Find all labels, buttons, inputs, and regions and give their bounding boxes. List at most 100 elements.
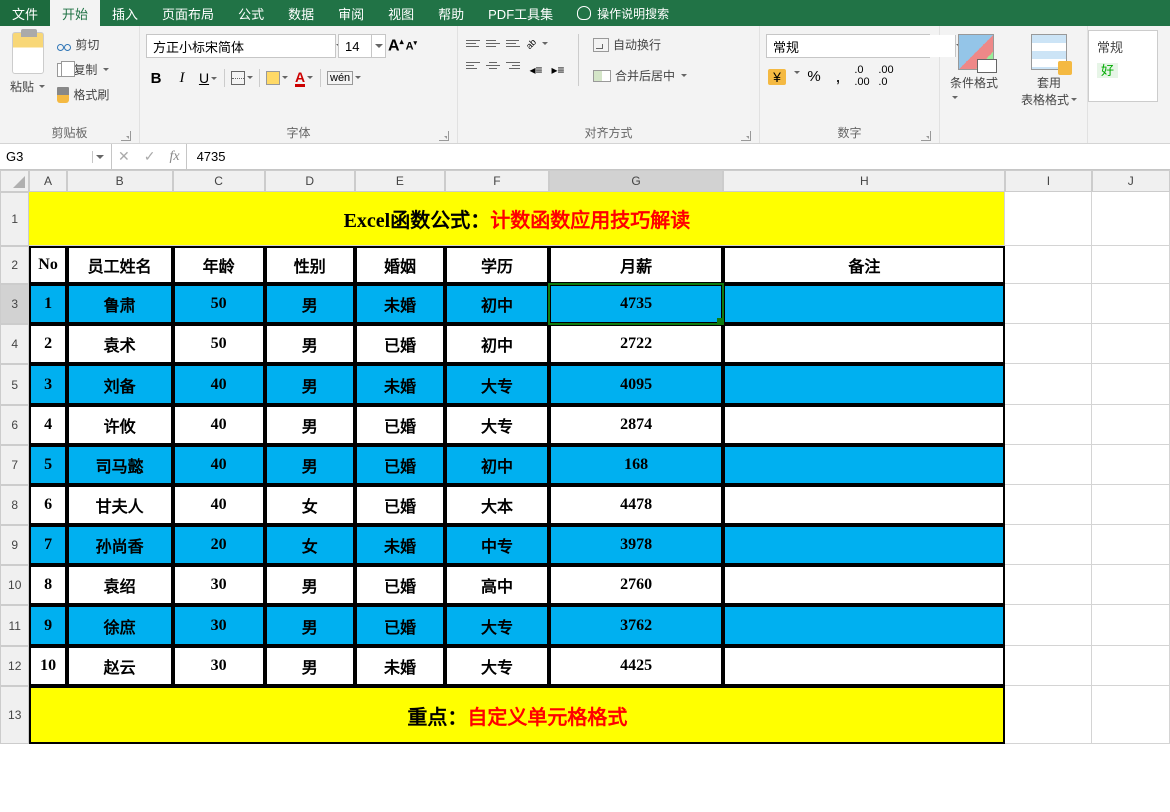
- data-cell[interactable]: 初中: [445, 324, 549, 364]
- cell[interactable]: [1005, 445, 1091, 485]
- cell[interactable]: [1005, 364, 1091, 405]
- menu-view[interactable]: 视图: [376, 0, 426, 26]
- row-header-9[interactable]: 9: [0, 525, 29, 565]
- column-header-A[interactable]: A: [29, 170, 66, 192]
- style-normal[interactable]: 常规: [1097, 35, 1149, 58]
- name-box[interactable]: [0, 144, 112, 169]
- column-header-E[interactable]: E: [355, 170, 445, 192]
- data-cell[interactable]: 初中: [445, 284, 549, 324]
- data-cell[interactable]: 司马懿: [67, 445, 173, 485]
- align-middle-button[interactable]: [484, 34, 502, 52]
- data-cell[interactable]: 男: [265, 324, 355, 364]
- data-cell[interactable]: 刘备: [67, 364, 173, 405]
- data-cell[interactable]: 中专: [445, 525, 549, 565]
- data-cell[interactable]: 初中: [445, 445, 549, 485]
- row-header-5[interactable]: 5: [0, 364, 29, 405]
- cut-button[interactable]: 剪切: [53, 34, 113, 55]
- data-cell[interactable]: 4095: [549, 364, 723, 405]
- data-cell[interactable]: 男: [265, 445, 355, 485]
- column-header-H[interactable]: H: [723, 170, 1005, 192]
- tell-me-search[interactable]: 操作说明搜索: [565, 0, 681, 26]
- orientation-button[interactable]: [526, 34, 548, 54]
- row-header-4[interactable]: 4: [0, 324, 29, 364]
- font-size-input[interactable]: [339, 35, 371, 57]
- style-good[interactable]: 好: [1097, 58, 1149, 81]
- name-box-arrow[interactable]: [92, 151, 106, 163]
- data-cell[interactable]: [723, 525, 1005, 565]
- cancel-x-button[interactable]: ✕: [118, 148, 130, 165]
- header-cell[interactable]: 月薪: [549, 246, 723, 284]
- cell[interactable]: [1092, 445, 1170, 485]
- format-painter-button[interactable]: 格式刷: [53, 84, 113, 105]
- number-format-combo[interactable]: [766, 34, 930, 58]
- cell[interactable]: [1005, 485, 1091, 525]
- title-cell[interactable]: Excel函数公式：计数函数应用技巧解读: [29, 192, 1005, 246]
- data-cell[interactable]: 未婚: [355, 364, 445, 405]
- decrease-font-button[interactable]: A▾: [406, 39, 417, 53]
- copy-button[interactable]: 复制: [53, 59, 113, 80]
- data-cell[interactable]: 已婚: [355, 485, 445, 525]
- data-cell[interactable]: 40: [173, 485, 265, 525]
- data-cell[interactable]: 6: [29, 485, 66, 525]
- data-cell[interactable]: 袁绍: [67, 565, 173, 605]
- ruby-button[interactable]: wén: [327, 68, 361, 88]
- data-cell[interactable]: 未婚: [355, 525, 445, 565]
- data-cell[interactable]: 30: [173, 646, 265, 686]
- row-header-7[interactable]: 7: [0, 445, 29, 485]
- font-size-arrow[interactable]: [371, 35, 385, 57]
- data-cell[interactable]: [723, 605, 1005, 646]
- data-cell[interactable]: 未婚: [355, 646, 445, 686]
- align-left-button[interactable]: [464, 56, 482, 74]
- menu-formulas[interactable]: 公式: [226, 0, 276, 26]
- cell[interactable]: [1092, 646, 1170, 686]
- alignment-launcher[interactable]: [741, 131, 751, 141]
- data-cell[interactable]: 女: [265, 485, 355, 525]
- menu-pdf[interactable]: PDF工具集: [476, 0, 565, 26]
- data-cell[interactable]: 4: [29, 405, 66, 445]
- data-cell[interactable]: 赵云: [67, 646, 173, 686]
- header-cell[interactable]: No: [29, 246, 66, 284]
- cell[interactable]: [1092, 485, 1170, 525]
- column-header-F[interactable]: F: [445, 170, 549, 192]
- border-button[interactable]: [231, 68, 253, 88]
- increase-indent-button[interactable]: ▸≡: [548, 60, 568, 80]
- align-right-button[interactable]: [504, 56, 522, 74]
- select-all-corner[interactable]: [0, 170, 29, 192]
- merge-center-button[interactable]: 合并后居中: [589, 65, 691, 86]
- row-header-12[interactable]: 12: [0, 646, 29, 686]
- number-launcher[interactable]: [921, 131, 931, 141]
- column-header-B[interactable]: B: [67, 170, 173, 192]
- data-cell[interactable]: 9: [29, 605, 66, 646]
- cell[interactable]: [1005, 405, 1091, 445]
- data-cell[interactable]: [723, 324, 1005, 364]
- font-name-combo[interactable]: [146, 34, 336, 58]
- data-cell[interactable]: 大专: [445, 646, 549, 686]
- align-bottom-button[interactable]: [504, 34, 522, 52]
- data-cell[interactable]: 40: [173, 445, 265, 485]
- data-cell[interactable]: 大本: [445, 485, 549, 525]
- header-cell[interactable]: 年龄: [173, 246, 265, 284]
- data-cell[interactable]: 8: [29, 565, 66, 605]
- data-cell[interactable]: 3762: [549, 605, 723, 646]
- font-color-button[interactable]: A: [294, 68, 314, 88]
- cell[interactable]: [1005, 284, 1091, 324]
- cell[interactable]: [1092, 405, 1170, 445]
- data-cell[interactable]: 未婚: [355, 284, 445, 324]
- row-header-6[interactable]: 6: [0, 405, 29, 445]
- data-cell[interactable]: 女: [265, 525, 355, 565]
- data-cell[interactable]: 男: [265, 364, 355, 405]
- cell[interactable]: [1092, 565, 1170, 605]
- row-header-2[interactable]: 2: [0, 246, 29, 284]
- header-cell[interactable]: 性别: [265, 246, 355, 284]
- data-cell[interactable]: 10: [29, 646, 66, 686]
- menu-file[interactable]: 文件: [0, 0, 50, 26]
- row-header-8[interactable]: 8: [0, 485, 29, 525]
- row-header-11[interactable]: 11: [0, 605, 29, 646]
- header-cell[interactable]: 学历: [445, 246, 549, 284]
- cell[interactable]: [1005, 246, 1091, 284]
- data-cell[interactable]: 许攸: [67, 405, 173, 445]
- data-cell[interactable]: 4425: [549, 646, 723, 686]
- data-cell[interactable]: 3: [29, 364, 66, 405]
- data-cell[interactable]: [723, 565, 1005, 605]
- cell[interactable]: [1092, 246, 1170, 284]
